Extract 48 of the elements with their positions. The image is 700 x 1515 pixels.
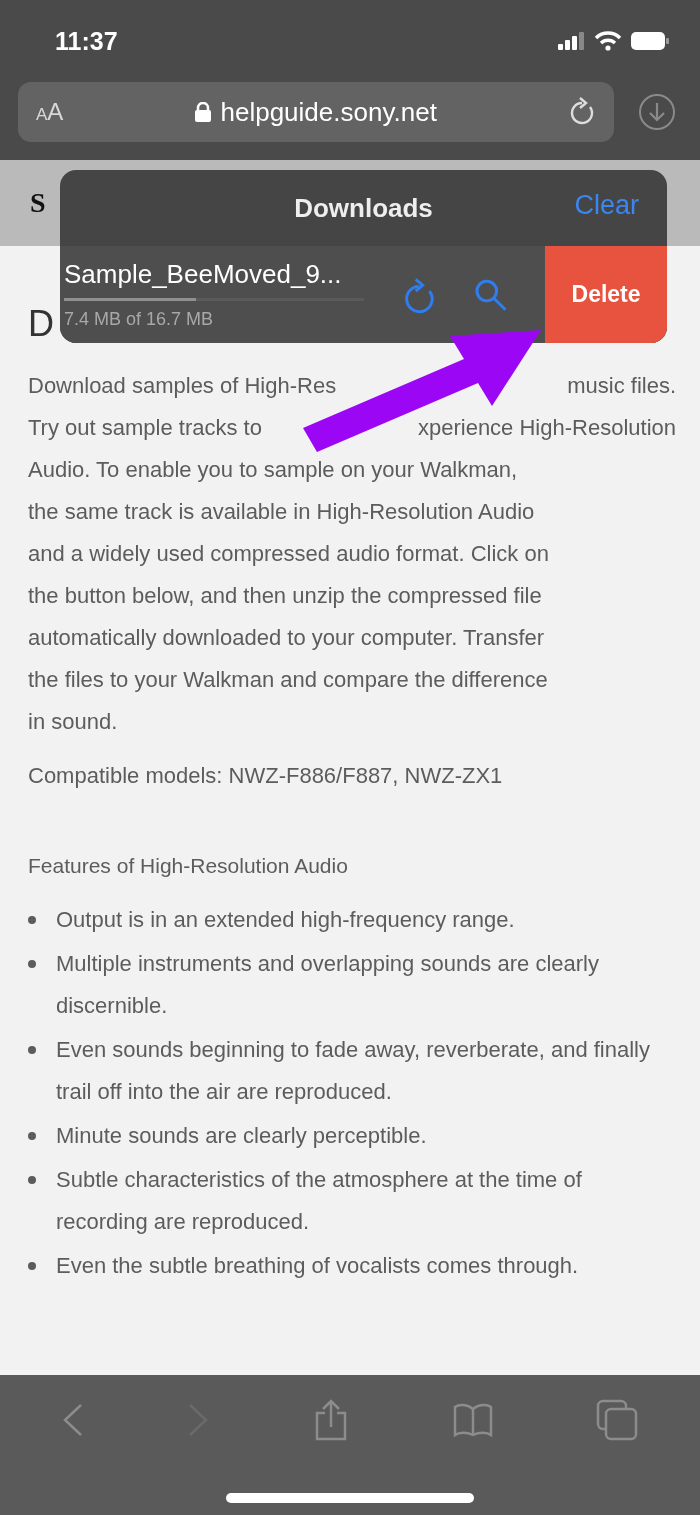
search-icon[interactable] [473,277,508,312]
body-paragraph: Compatible models: NWZ-F886/F887, NWZ-ZX1 [28,762,504,790]
clear-button[interactable]: Clear [574,190,639,221]
body-text: and a widely used compressed audio format. Click on [28,540,549,568]
signal-icon [558,32,586,50]
status-time: 11:37 [55,26,118,56]
bullet-text: Multiple instruments and overlapping sounds are clearly discernible. [56,950,600,1020]
bullet-text: Even sounds beginning to fade away, reverberate, and finally trail off into the air are reproduced. [56,1036,651,1106]
bullet-icon [28,1176,36,1184]
address-bar[interactable]: AA helpguide.sony.net [18,82,614,142]
body-text: xperience High-Resolution [417,414,676,442]
delete-button[interactable]: Delete [545,246,667,343]
body-text: Try out sample tracks to [28,414,262,442]
text-size-button[interactable]: AA [36,98,64,126]
bullet-icon [28,960,36,968]
reload-icon[interactable] [568,97,596,127]
bullet-text: Subtle characteristics of the atmosphere at the time of recording are reproduced. [56,1166,583,1236]
download-item[interactable]: Sample_BeeMoved_9... 7.4 MB of 16.7 MB Delete [60,246,667,343]
page-heading: D [28,304,54,344]
bullet-icon [28,916,36,924]
body-text: in sound. [28,708,118,736]
share-icon[interactable] [313,1399,349,1441]
bullet-text: Output is in an extended high-frequency range. [56,906,515,934]
body-text: Download samples of High-Res [28,372,337,400]
download-icon[interactable] [638,93,676,131]
popover-title: Downloads [294,192,433,224]
tabs-icon[interactable] [596,1399,639,1441]
section-heading: Features of High-Resolution Audio [28,853,348,879]
body-text: Audio. To enable you to sample on your Walkman, [28,456,518,484]
body-text: the same track is available in High-Resolution Audio [28,498,535,526]
body-text: the files to your Walkman and compare the difference [28,666,548,694]
lock-icon [194,102,211,122]
bullet-text: Minute sounds are clearly perceptible. [56,1122,427,1150]
site-logo: S [30,187,46,219]
bullet-icon [28,1262,36,1270]
file-size-text: 7.4 MB of 16.7 MB [64,309,215,330]
back-icon[interactable] [61,1403,84,1437]
bullet-icon [28,1132,36,1140]
wifi-icon [594,31,622,51]
file-name: Sample_BeeMoved_9... [64,259,343,290]
bullet-text: Even the subtle breathing of vocalists comes through. [56,1252,579,1280]
body-text: the button below, and then unzip the compressed file [28,582,542,610]
book-icon[interactable] [452,1403,493,1437]
body-text: music files. [567,372,676,400]
battery-icon [630,31,670,51]
bullet-icon [28,1046,36,1054]
url-text: helpguide.sony.net [220,96,437,128]
body-text: automatically downloaded to your computer. Transfer [28,624,545,652]
